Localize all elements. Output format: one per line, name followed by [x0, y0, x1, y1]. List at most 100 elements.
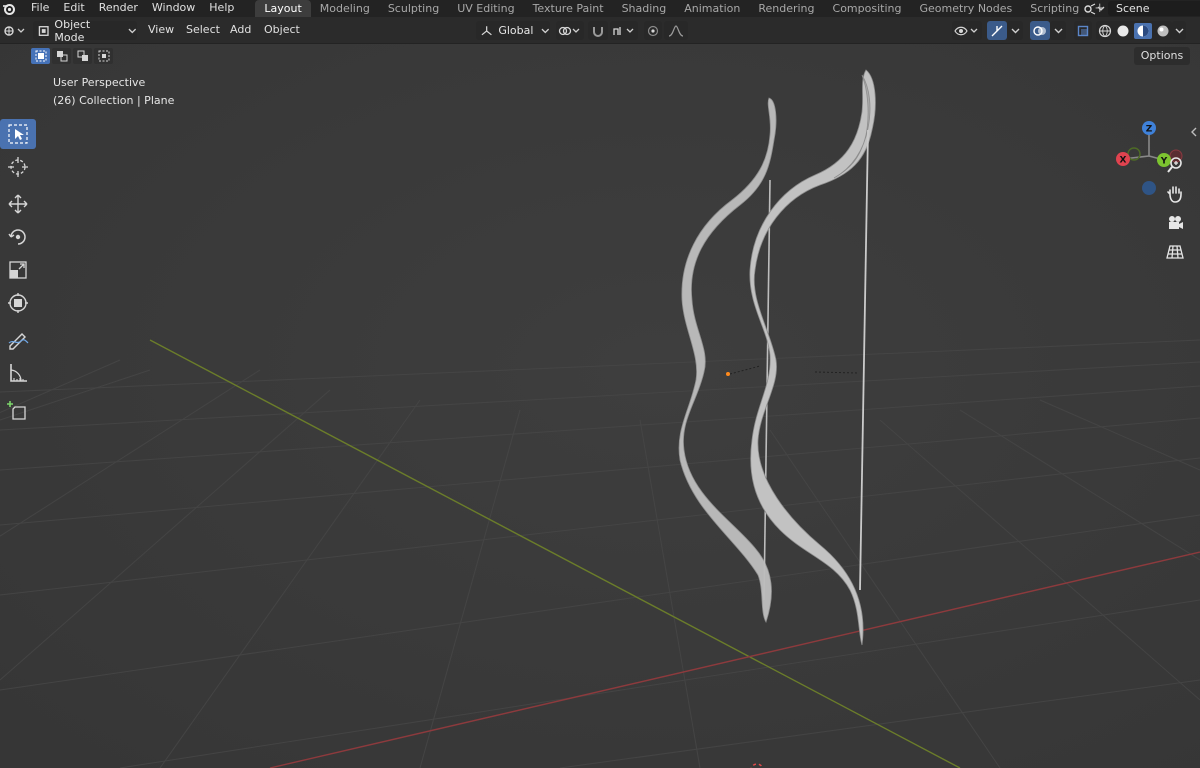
select-invert-icon	[98, 50, 109, 62]
grid-icon	[1166, 245, 1184, 259]
chevron-down-icon	[1175, 28, 1183, 33]
zoom-button[interactable]	[1162, 152, 1188, 178]
orientation-label: Global	[498, 24, 534, 37]
scene-icon[interactable]	[1080, 0, 1108, 17]
tool-add-cube[interactable]	[0, 395, 36, 425]
wireframe-shading-icon[interactable]	[1098, 24, 1112, 38]
ortho-toggle-button[interactable]	[1162, 239, 1188, 265]
tool-move[interactable]	[0, 189, 36, 219]
collection-info-label: (26) Collection | Plane	[53, 94, 175, 107]
select-mode-invert[interactable]	[94, 48, 113, 64]
chevron-down-icon	[1011, 28, 1019, 33]
falloff-curve-icon	[668, 24, 684, 37]
tab-uv-editing[interactable]: UV Editing	[448, 0, 523, 17]
gizmo-icon	[991, 25, 1003, 36]
solid-shading-icon[interactable]	[1116, 24, 1130, 38]
main-menus: File Edit Render Window Help	[24, 0, 241, 17]
tab-sculpting[interactable]: Sculpting	[379, 0, 448, 17]
gizmo-toggle-button[interactable]	[987, 21, 1007, 40]
header-menu-view[interactable]: View	[148, 23, 174, 36]
transform-icon	[8, 293, 28, 313]
overlays-dropdown[interactable]	[1050, 21, 1066, 40]
eye-icon	[954, 26, 978, 35]
tab-compositing[interactable]: Compositing	[824, 0, 911, 17]
blender-logo-icon[interactable]	[0, 0, 18, 17]
view-name-label: User Perspective	[53, 76, 146, 89]
pivot-point-button[interactable]	[556, 21, 584, 40]
scene-selector[interactable]: Scene	[1080, 0, 1200, 17]
tab-shading[interactable]: Shading	[613, 0, 676, 17]
tool-annotate[interactable]	[0, 325, 36, 355]
snap-toggle-button[interactable]	[588, 21, 608, 40]
tab-animation[interactable]: Animation	[675, 0, 749, 17]
tool-cursor[interactable]	[0, 152, 36, 182]
visibility-button[interactable]	[952, 21, 982, 40]
header-menu-object[interactable]: Object	[264, 23, 300, 36]
tab-geometry-nodes[interactable]: Geometry Nodes	[910, 0, 1021, 17]
tool-measure[interactable]	[0, 358, 36, 388]
rendered-shading-icon[interactable]	[1156, 24, 1170, 38]
move-icon	[8, 194, 28, 214]
scale-icon	[9, 261, 27, 279]
annotate-icon	[8, 333, 29, 350]
select-box-icon	[8, 124, 28, 144]
proportional-icon	[647, 25, 659, 36]
menu-window[interactable]: Window	[145, 0, 202, 17]
editor-type-button[interactable]	[3, 22, 29, 39]
cursor-icon	[8, 157, 28, 177]
tab-scripting[interactable]: Scripting	[1021, 0, 1088, 17]
overlays-icon	[1033, 25, 1046, 36]
tool-scale[interactable]	[0, 255, 36, 285]
select-mode-set[interactable]	[31, 48, 50, 64]
pivot-icon	[558, 26, 580, 35]
select-mode-subtract[interactable]	[73, 48, 92, 64]
shading-modes	[1096, 21, 1172, 40]
chevron-down-icon	[128, 28, 137, 33]
rotate-icon	[8, 229, 26, 245]
object-origin-dot	[726, 372, 730, 376]
menu-help[interactable]: Help	[202, 0, 241, 17]
workspace-tabs: Layout Modeling Sculpting UV Editing Tex…	[255, 0, 1111, 17]
tool-rotate[interactable]	[0, 222, 36, 252]
3d-viewport[interactable]: Z X Y	[0, 44, 1200, 768]
camera-icon	[1169, 216, 1183, 229]
select-mode-extend[interactable]	[52, 48, 71, 64]
tab-modeling[interactable]: Modeling	[311, 0, 379, 17]
tab-layout[interactable]: Layout	[255, 0, 311, 17]
sidebar-toggle-arrow[interactable]	[1190, 126, 1198, 138]
proportional-edit-button[interactable]	[644, 21, 662, 40]
tool-select-box[interactable]	[0, 119, 36, 149]
tab-texture-paint[interactable]: Texture Paint	[524, 0, 613, 17]
mode-dropdown[interactable]: Object Mode	[33, 18, 137, 44]
shading-dropdown[interactable]	[1172, 21, 1186, 40]
chevron-down-icon	[1054, 28, 1062, 33]
falloff-button[interactable]	[664, 21, 688, 40]
chevron-down-icon	[541, 28, 550, 33]
selection-mode-buttons	[31, 48, 113, 64]
menu-file[interactable]: File	[24, 0, 56, 17]
menu-render[interactable]: Render	[92, 0, 145, 17]
gizmo-dropdown[interactable]	[1007, 21, 1023, 40]
snap-increment-icon	[613, 26, 634, 35]
menu-edit[interactable]: Edit	[56, 0, 91, 17]
overlays-toggle-button[interactable]	[1030, 21, 1050, 40]
zoom-icon	[1167, 157, 1182, 173]
tool-transform[interactable]	[0, 288, 36, 318]
header-menu-add[interactable]: Add	[230, 23, 251, 36]
options-button[interactable]: Options	[1134, 47, 1190, 65]
camera-view-button[interactable]	[1162, 210, 1188, 236]
orientation-dropdown[interactable]: Global	[476, 21, 550, 40]
header-menu-select[interactable]: Select	[186, 23, 220, 36]
scene-name[interactable]: Scene	[1108, 1, 1200, 16]
tab-rendering[interactable]: Rendering	[749, 0, 823, 17]
add-cube-icon	[7, 401, 26, 420]
orientation-icon	[481, 25, 492, 35]
material-shading-icon[interactable]	[1134, 22, 1152, 39]
xray-toggle-button[interactable]	[1074, 21, 1092, 40]
viewport-scene[interactable]	[0, 44, 1200, 768]
pan-button[interactable]	[1162, 181, 1188, 207]
snap-target-button[interactable]	[610, 21, 638, 40]
gizmo-z-label: Z	[1146, 125, 1153, 135]
gizmo-x-label: X	[1120, 156, 1127, 166]
hand-icon	[1167, 186, 1182, 203]
